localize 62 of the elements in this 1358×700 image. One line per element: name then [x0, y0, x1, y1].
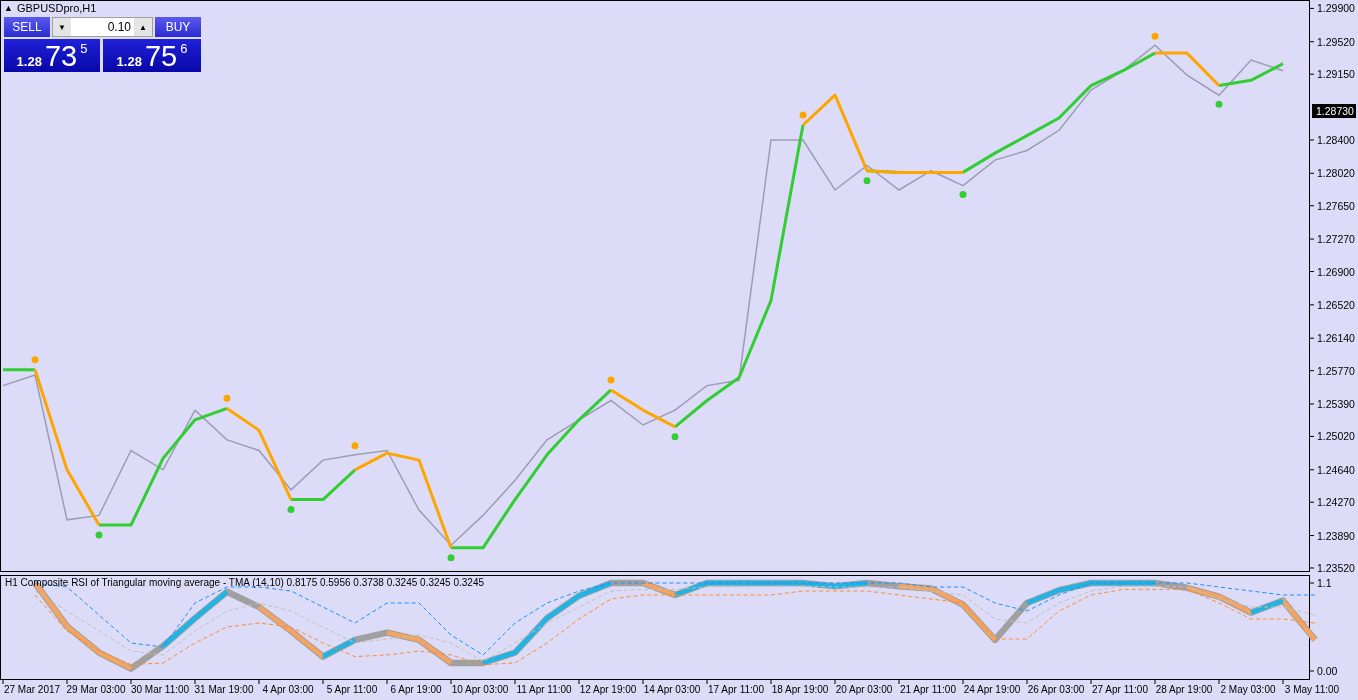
time-axis-label: 20 Apr 03:00 — [835, 684, 893, 695]
signal-dot — [351, 442, 359, 450]
time-axis-label: 24 Apr 19:00 — [963, 684, 1021, 695]
price-axis-label: 1.28020 — [1317, 167, 1355, 180]
time-axis-label: 5 Apr 11:00 — [326, 684, 378, 695]
price-axis-label: 1.29520 — [1317, 35, 1355, 48]
increase-button[interactable]: ▲ — [134, 18, 152, 36]
time-axis-label: 17 Apr 11:00 — [708, 684, 764, 695]
signal-dot — [607, 376, 615, 384]
time-axis-label: 11 Apr 11:00 — [516, 684, 572, 695]
signal-dot — [959, 191, 967, 199]
price-axis-label: 1.26520 — [1317, 298, 1355, 311]
signal-dot — [223, 394, 231, 402]
signal-dot — [671, 433, 679, 441]
price-axis-label: 1.23890 — [1317, 529, 1355, 542]
signal-dot — [863, 177, 871, 185]
time-axis-label: 4 Apr 03:00 — [262, 684, 314, 695]
price-axis-label: 1.29900 — [1317, 2, 1355, 15]
price-axis-label: 1.29150 — [1317, 68, 1355, 81]
price-axis-label: 1.25770 — [1317, 364, 1355, 377]
time-axis-label: 27 Apr 11:00 — [1092, 684, 1148, 695]
time-axis-label: 12 Apr 19:00 — [579, 684, 637, 695]
indicator-axis-label: 0.00 — [1317, 665, 1338, 677]
time-axis-label: 21 Apr 11:00 — [900, 684, 956, 695]
decrease-button[interactable]: ▼ — [53, 18, 71, 36]
price-axis-label: 1.26140 — [1317, 332, 1355, 345]
price-axis-label: 1.23520 — [1317, 562, 1355, 573]
time-axis-label: 26 Apr 03:00 — [1027, 684, 1085, 695]
price-axis-label: 1.27270 — [1317, 233, 1355, 246]
price-axis-label: 1.28400 — [1317, 133, 1355, 146]
signal-dot — [799, 111, 807, 119]
time-axis-label: 28 Apr 19:00 — [1155, 684, 1213, 695]
signal-dot — [1215, 100, 1223, 108]
signal-dot — [1151, 32, 1159, 40]
time-axis-label: 10 Apr 03:00 — [451, 684, 509, 695]
indicator-axis-label: 1.1 — [1317, 577, 1332, 589]
price-axis-label: 1.25390 — [1317, 397, 1355, 410]
time-axis-label: 29 Mar 03:00 — [66, 684, 126, 695]
time-axis-label: 2 May 03:00 — [1220, 684, 1276, 695]
time-axis-label: 30 Mar 11:00 — [130, 684, 190, 695]
lot-size-field[interactable]: ▼ 0.10 ▲ — [52, 17, 153, 37]
chart-title: GBPUSDpro,H1 — [16, 2, 97, 14]
indicator-title: H1 Composite RSI of Triangular moving average - TMA (14,10) 0.8175 0.5956 0.3738 0.3245 0.3245 0.3245 — [5, 577, 484, 588]
signal-dot — [447, 554, 455, 562]
price-axis-label: 1.27650 — [1317, 199, 1355, 212]
time-axis-label: 27 Mar 2017 — [3, 684, 61, 695]
sell-button[interactable]: SELL — [4, 17, 50, 37]
signal-dot — [31, 356, 39, 364]
price-axis-label: 1.24270 — [1317, 496, 1355, 509]
time-axis-label: 3 May 11:00 — [1284, 684, 1340, 695]
collapse-toggle[interactable]: ▲ — [4, 3, 13, 13]
price-axis-label: 1.24640 — [1317, 463, 1355, 476]
time-axis-label: 6 Apr 19:00 — [390, 684, 442, 695]
buy-button[interactable]: BUY — [155, 17, 201, 37]
time-axis-label: 31 Mar 19:00 — [194, 684, 254, 695]
signal-dot — [287, 506, 295, 514]
time-axis-label: 18 Apr 19:00 — [771, 684, 829, 695]
time-axis-label: 14 Apr 03:00 — [643, 684, 701, 695]
signal-dot — [95, 531, 103, 539]
price-axis-label: 1.26900 — [1317, 265, 1355, 278]
price-axis-label: 1.25020 — [1317, 430, 1355, 443]
current-price-label: 1.28730 — [1312, 104, 1356, 118]
